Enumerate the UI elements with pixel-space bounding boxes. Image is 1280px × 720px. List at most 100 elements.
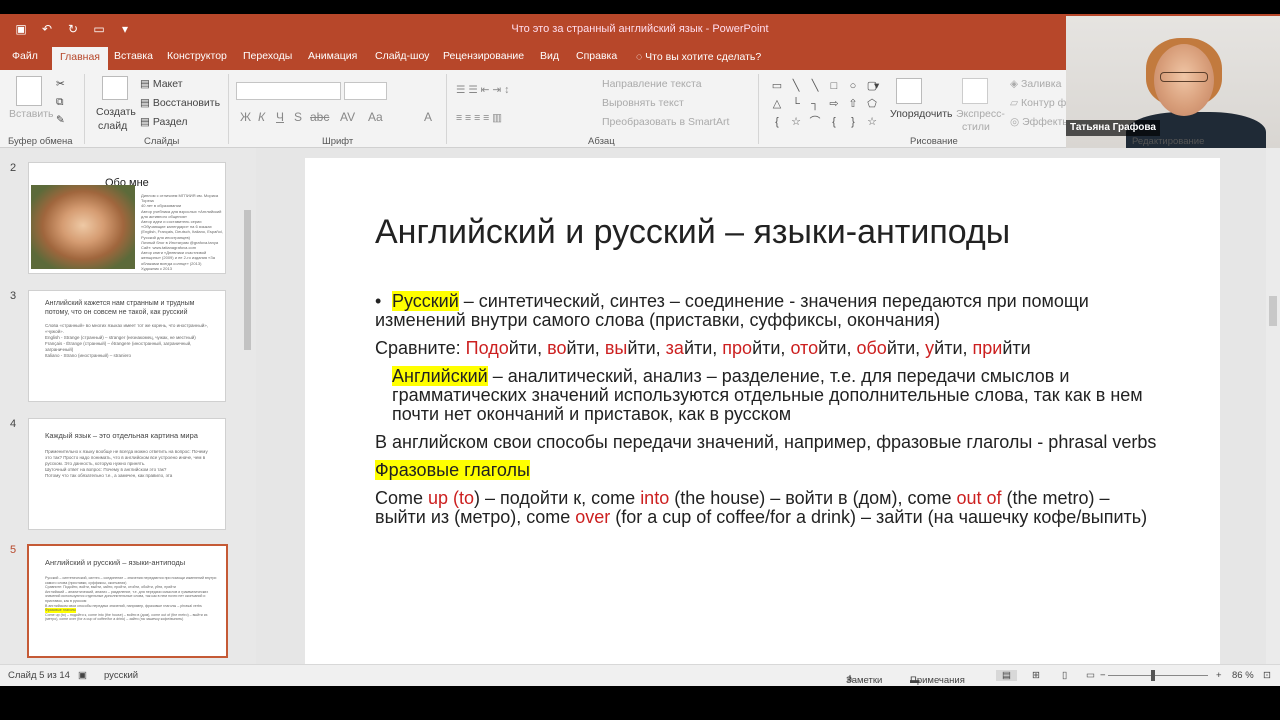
- format-painter-icon[interactable]: ✎: [56, 114, 65, 126]
- fit-slide-icon[interactable]: ⊡: [1263, 670, 1271, 681]
- tell-me-search[interactable]: ◌ Что вы хотите сделать?: [636, 51, 761, 63]
- tab-view[interactable]: Вид: [540, 50, 559, 62]
- oval-shape-icon[interactable]: ○: [844, 78, 862, 95]
- canvas-scrollbar[interactable]: [1266, 148, 1280, 664]
- pentagon-shape-icon[interactable]: ⬠: [863, 96, 881, 113]
- shape-outline-button[interactable]: ▱ Контур ф: [1010, 97, 1066, 109]
- zoom-slider[interactable]: [1108, 675, 1208, 676]
- line-shape-icon[interactable]: ╲: [787, 78, 805, 95]
- underline-button[interactable]: Ч: [276, 110, 284, 124]
- tell-me-label: Что вы хотите сделать?: [645, 51, 762, 63]
- star-shape-icon[interactable]: ☆: [863, 114, 881, 131]
- paste-button[interactable]: Вставить: [9, 108, 54, 120]
- webcam-overlay: Татьяна Графова: [1066, 16, 1280, 148]
- align-icon[interactable]: ≡ ≡ ≡ ≡ ▥: [456, 112, 502, 124]
- new-slide-icon[interactable]: [102, 76, 128, 100]
- shape-effects-button[interactable]: ◎ Эффекты: [1010, 116, 1070, 128]
- spellcheck-icon[interactable]: ▣: [78, 670, 87, 681]
- zoom-slider-thumb[interactable]: [1151, 670, 1155, 681]
- thumb-line: Автор учебника для взрослых «Английский …: [141, 208, 222, 219]
- thumb-number: 2: [10, 162, 17, 174]
- copy-icon[interactable]: ⧉: [56, 96, 64, 109]
- new-slide-label-2: слайд: [98, 120, 128, 132]
- new-slide-button[interactable]: Создать: [96, 106, 136, 118]
- shapes-gallery[interactable]: ▭ ╲ ╲ □ ○ ▢ △ └ ┐ ⇨ ⇧ ⬠ { ☆ ⌒ { } ☆: [768, 78, 888, 128]
- example-text: Come: [375, 488, 429, 508]
- align-text-button[interactable]: Выровнять текст: [602, 97, 684, 109]
- slide-thumbnail-5[interactable]: Английский и русский – языки-антиподы Ру…: [27, 544, 228, 658]
- font-name-input[interactable]: [236, 82, 341, 100]
- char-spacing-button[interactable]: AV: [340, 110, 355, 124]
- scrollbar-thumb[interactable]: [1269, 296, 1277, 326]
- tab-home[interactable]: Главная: [52, 47, 108, 70]
- prefix-word: во: [547, 338, 567, 358]
- tab-review[interactable]: Рецензирование: [443, 50, 524, 62]
- italic-button[interactable]: К: [258, 110, 265, 124]
- tab-slideshow[interactable]: Слайд-шоу: [375, 50, 429, 62]
- zoom-out-icon[interactable]: −: [1100, 670, 1106, 681]
- quick-styles-button[interactable]: Экспресс-: [956, 108, 1005, 120]
- prefix-word: за: [665, 338, 684, 358]
- thumb-number: 5: [10, 544, 17, 556]
- slide-thumbnail-2[interactable]: Обо мне Диплом с отличием МГПИИЯ им. Мор…: [28, 162, 226, 274]
- change-case-button[interactable]: Aa: [368, 110, 383, 124]
- gallery-scroll-icon[interactable]: ▾: [874, 80, 879, 92]
- language-indicator[interactable]: русский: [104, 670, 138, 681]
- slideshow-view-icon[interactable]: ▭: [1086, 670, 1095, 681]
- elbow-shape-icon[interactable]: └: [787, 96, 805, 113]
- slide-title[interactable]: Английский и русский – языки-антиподы: [375, 213, 1010, 252]
- bullets-icon[interactable]: ☰ ☰ ⇤ ⇥ ↕: [456, 84, 509, 96]
- reset-button[interactable]: ▤ Восстановить: [140, 97, 220, 109]
- tab-help[interactable]: Справка: [576, 50, 617, 62]
- zoom-in-icon[interactable]: +: [1216, 670, 1222, 681]
- rectangle-shape-icon[interactable]: □: [825, 78, 843, 95]
- textbox-shape-icon[interactable]: ▭: [768, 78, 786, 95]
- slide-thumbnail-3[interactable]: Английский кажется нам странным и трудны…: [28, 290, 226, 402]
- curve-shape-icon[interactable]: ⌒: [806, 114, 824, 131]
- tab-file[interactable]: Файл: [12, 50, 38, 62]
- line-shape-icon[interactable]: ╲: [806, 78, 824, 95]
- arrow-shape-icon[interactable]: ⇨: [825, 96, 843, 113]
- shadow-button[interactable]: S: [294, 110, 302, 124]
- shape-outline-label: Контур ф: [1021, 97, 1067, 109]
- divider: [228, 74, 229, 144]
- cut-icon[interactable]: ✂: [56, 78, 65, 90]
- status-bar: Слайд 5 из 14 ▣ русский ≜ Заметки ▬ Прим…: [0, 664, 1280, 686]
- tab-insert[interactable]: Вставка: [114, 50, 153, 62]
- left-brace-shape-icon[interactable]: {: [768, 114, 786, 131]
- shape-fill-button[interactable]: ◈ Заливка: [1010, 78, 1061, 90]
- strikethrough-button[interactable]: abc: [310, 110, 329, 124]
- font-size-input[interactable]: [344, 82, 387, 100]
- quick-styles-icon[interactable]: [962, 78, 988, 104]
- slide-sorter-icon[interactable]: ⊞: [1032, 670, 1040, 681]
- current-slide[interactable]: Английский и русский – языки-антиподы • Р…: [305, 158, 1220, 664]
- scrollbar-thumb[interactable]: [244, 210, 251, 350]
- russian-text: – синтетический, синтез – соединение - з…: [375, 291, 1089, 330]
- thumb-title: Английский кажется нам странным и трудны…: [45, 300, 195, 316]
- text-direction-button[interactable]: Направление текста: [602, 78, 702, 90]
- brace-shape-icon[interactable]: }: [844, 114, 862, 131]
- triangle-shape-icon[interactable]: △: [768, 96, 786, 113]
- arrange-button[interactable]: Упорядочить: [890, 108, 952, 120]
- arrange-icon[interactable]: [896, 78, 922, 104]
- slide-body[interactable]: • Русский – синтетический, синтез – соеди…: [375, 291, 1165, 536]
- smartart-button[interactable]: Преобразовать в SmartArt: [602, 116, 729, 128]
- bold-button[interactable]: Ж: [240, 110, 251, 124]
- tab-transitions[interactable]: Переходы: [243, 50, 292, 62]
- normal-view-icon[interactable]: ▤: [996, 670, 1017, 681]
- arrow-up-shape-icon[interactable]: ⇧: [844, 96, 862, 113]
- tab-animations[interactable]: Анимация: [308, 50, 357, 62]
- reading-view-icon[interactable]: ▯: [1062, 670, 1067, 681]
- font-color-button[interactable]: A: [424, 110, 432, 124]
- thumb-body: Слова «странный» во многих языках имеет …: [45, 323, 217, 359]
- section-button[interactable]: ▤ Раздел: [140, 116, 188, 128]
- slide-thumbnail-4[interactable]: Каждый язык – это отдельная картина мира…: [28, 418, 226, 530]
- thumbnail-scrollbar[interactable]: [243, 150, 252, 660]
- paste-icon[interactable]: [16, 76, 42, 106]
- brace-shape-icon[interactable]: {: [825, 114, 843, 131]
- zoom-level[interactable]: 86 %: [1232, 670, 1254, 681]
- star-shape-icon[interactable]: ☆: [787, 114, 805, 131]
- layout-button[interactable]: ▤ Макет: [140, 78, 183, 90]
- connector-shape-icon[interactable]: ┐: [806, 96, 824, 113]
- tab-design[interactable]: Конструктор: [167, 50, 227, 62]
